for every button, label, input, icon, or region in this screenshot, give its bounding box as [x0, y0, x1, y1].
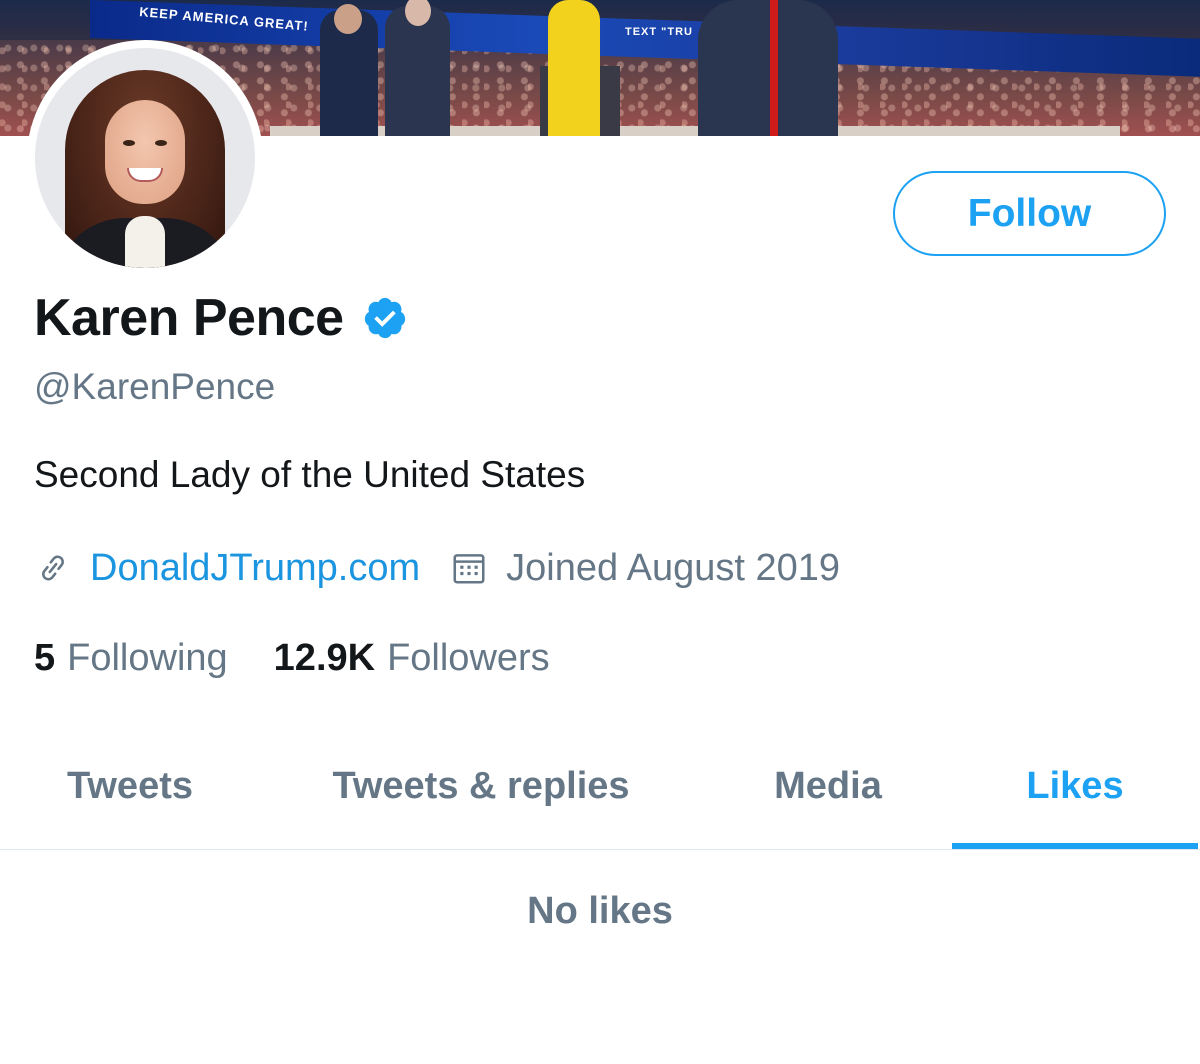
profile-handle: @KarenPence: [34, 366, 276, 407]
link-icon: [34, 549, 72, 587]
profile-name-row: Karen Pence: [34, 286, 408, 350]
profile-tabs: Tweets Tweets & replies Media Likes: [0, 736, 1200, 850]
followers-label: Followers: [387, 636, 550, 679]
profile-meta: DonaldJTrump.com Joined August 2019: [34, 544, 840, 592]
tabs-divider: [0, 849, 1200, 850]
banner-figure: [385, 0, 450, 136]
follow-button[interactable]: Follow: [893, 171, 1166, 256]
banner-figure: [548, 0, 600, 136]
banner-figure: [698, 0, 838, 136]
following-label: Following: [67, 636, 228, 679]
verified-badge-icon: [362, 295, 408, 341]
website-link[interactable]: DonaldJTrump.com: [90, 547, 420, 590]
banner-figure: [320, 4, 378, 136]
profile-bio: Second Lady of the United States: [34, 454, 586, 495]
following-stat[interactable]: 5 Following: [34, 637, 228, 680]
followers-stat[interactable]: 12.9K Followers: [274, 637, 550, 680]
tab-likes[interactable]: Likes: [952, 736, 1198, 850]
avatar-image: [35, 48, 255, 268]
avatar[interactable]: [27, 40, 263, 276]
calendar-icon: [450, 549, 488, 587]
banner-sign-text-2: TEXT "TRU: [625, 26, 693, 38]
tab-tweets-and-replies[interactable]: Tweets & replies: [280, 736, 682, 850]
joined-date: Joined August 2019: [506, 546, 840, 589]
empty-state-message: No likes: [527, 890, 673, 932]
following-count: 5: [34, 636, 56, 679]
display-name: Karen Pence: [34, 289, 344, 347]
tab-tweets[interactable]: Tweets: [20, 736, 240, 850]
profile-stats: 5 Following 12.9K Followers: [34, 634, 550, 682]
tab-media[interactable]: Media: [720, 736, 936, 850]
followers-count: 12.9K: [273, 636, 376, 679]
